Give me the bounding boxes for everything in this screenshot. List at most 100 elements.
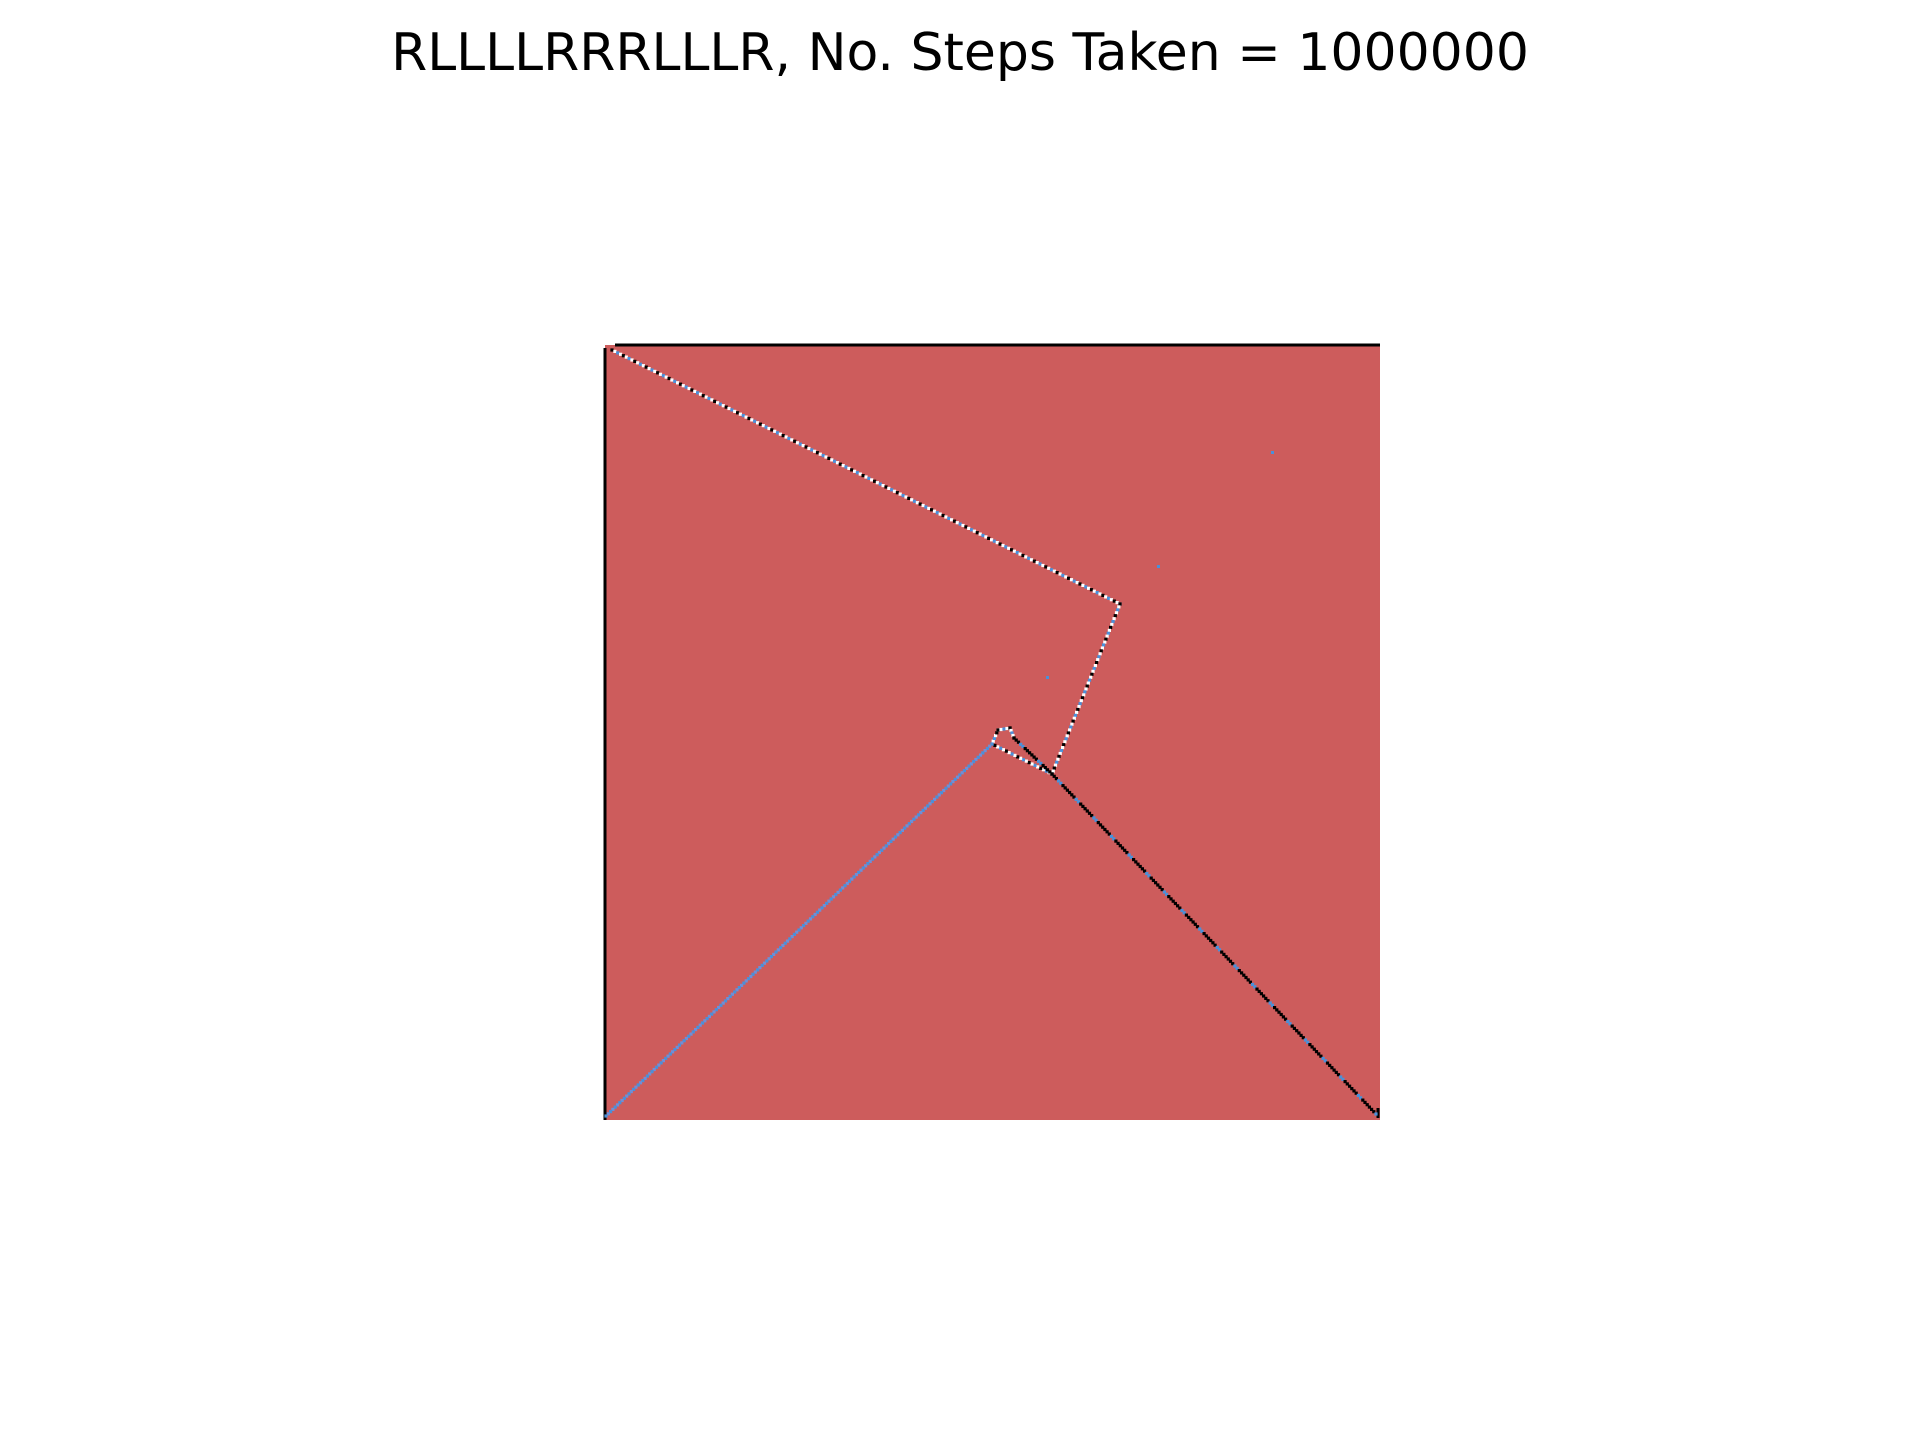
trail-cell [775, 431, 780, 435]
trail-cell [1002, 727, 1006, 731]
trail-cell [1111, 620, 1115, 624]
trail-cell [758, 422, 762, 426]
trail-cell [875, 481, 879, 485]
trail-cell [1066, 731, 1070, 735]
trail-cell [664, 375, 668, 379]
trail-cell [1079, 699, 1083, 703]
trail-cell [915, 501, 919, 505]
trail-cell [884, 485, 888, 489]
trail-cell [804, 445, 808, 449]
trail-cell [1059, 749, 1063, 753]
trail-cell [730, 408, 734, 412]
trail-cell [1118, 602, 1122, 606]
trail-cell [993, 743, 997, 747]
trail-cell [1106, 631, 1110, 635]
trail-cell [1100, 646, 1104, 650]
trail-cell [838, 462, 842, 466]
trail-cell [1052, 569, 1056, 573]
trail-cell [1064, 575, 1068, 579]
trail-cell [627, 357, 631, 361]
trail-cell [638, 362, 643, 366]
trail-cell [921, 503, 925, 508]
trail-cell [1080, 696, 1085, 700]
trail-cell [975, 531, 979, 535]
trail-cell [1109, 625, 1113, 629]
trail-cell [1084, 687, 1088, 691]
trail-cell [941, 513, 945, 518]
trail-cell [1041, 563, 1045, 568]
trail-cell [996, 728, 1000, 732]
figure-title: RLLLLRRRLLLR, No. Steps Taken = 1000000 [391, 23, 1529, 83]
trail-cell [1091, 669, 1095, 673]
trail-cell [912, 499, 917, 503]
trail-cell [616, 351, 620, 355]
trail-cell [636, 361, 640, 365]
trail-cell [972, 529, 976, 533]
trail-cell [830, 458, 834, 462]
trail-cell [861, 474, 865, 478]
trail-cell [858, 472, 862, 476]
trail-cell [895, 491, 899, 495]
trail-cell [992, 539, 996, 543]
stray-cell [1271, 451, 1274, 454]
trail-cell [1005, 726, 1009, 731]
trail-cell [910, 498, 914, 502]
trail-cell [1097, 655, 1101, 659]
trail-cell [952, 519, 957, 523]
trail-cell [930, 508, 934, 512]
trail-cell [1105, 634, 1109, 638]
trail-cell [1065, 734, 1069, 738]
trail-cell [881, 484, 885, 488]
trail-cell [624, 355, 628, 359]
trail-cell [1038, 562, 1042, 566]
trail-cell [678, 382, 683, 386]
trail-cell [807, 446, 811, 451]
trail-cell [1102, 643, 1106, 647]
trail-cell [1019, 756, 1023, 760]
trail-cell [990, 538, 994, 542]
trail-cell [644, 365, 648, 369]
trail-cell [1027, 761, 1031, 765]
trail-cell [1073, 713, 1077, 717]
trail-cell [1116, 608, 1120, 612]
trail-cell [781, 434, 785, 438]
trail-cell [835, 461, 840, 465]
trail-cell [670, 378, 674, 382]
trail-cell [950, 518, 954, 522]
trail-cell [827, 456, 831, 460]
trail-cell [1004, 749, 1008, 753]
trail-cell [704, 395, 708, 399]
trail-cell [1096, 658, 1100, 662]
trail-cell [1012, 549, 1016, 553]
trail-cell [927, 506, 931, 510]
trail-cell [1004, 545, 1008, 549]
trail-cell [681, 384, 685, 388]
trail-cell [890, 488, 894, 492]
trail-cell [684, 385, 688, 389]
trail-cell [1104, 637, 1108, 641]
trail-cell [727, 406, 731, 411]
trail-cell [756, 421, 760, 425]
trail-cell [716, 401, 720, 405]
trail-cell [932, 509, 937, 513]
trail-cell [1049, 568, 1054, 572]
trail-cell [901, 494, 905, 498]
trail-cell [1016, 755, 1020, 759]
trail-cell [996, 745, 1000, 749]
trail-cell [821, 454, 825, 458]
trail-cell [1112, 617, 1116, 621]
trail-cell [610, 348, 614, 352]
trail-cell [770, 428, 774, 432]
trail-cell [650, 368, 654, 372]
trail-cell [844, 465, 848, 469]
trail-cell [1070, 722, 1074, 726]
trail-cell [887, 486, 891, 490]
trail-cell [987, 536, 991, 540]
trail-cell [1109, 598, 1113, 602]
trail-cell [1092, 666, 1096, 671]
trail-cell [1085, 684, 1089, 688]
trail-cell [1112, 599, 1116, 603]
trail-cell [1099, 649, 1103, 653]
stray-cell [1046, 676, 1049, 679]
trail-cell [1033, 763, 1037, 767]
